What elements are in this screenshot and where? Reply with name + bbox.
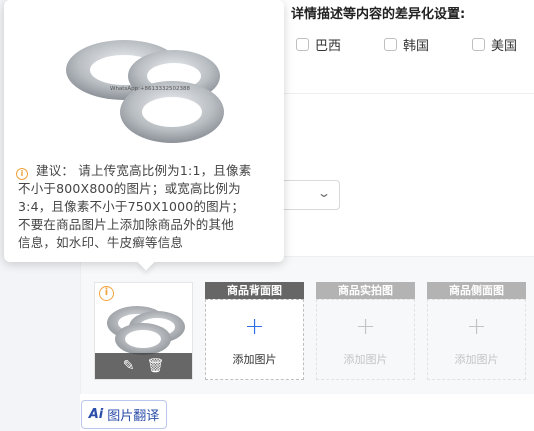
image-slot-side[interactable]: 商品侧面图 + 添加图片 bbox=[427, 282, 526, 380]
plus-icon: + bbox=[466, 312, 487, 340]
uploaded-image-thumbnail[interactable]: i ✎ 🗑 bbox=[94, 282, 193, 380]
add-image-label: 添加图片 bbox=[232, 353, 277, 366]
guideline-line: 建议： 请上传宽高比例为1:1，且像素 bbox=[36, 163, 252, 178]
checkbox-brazil[interactable]: 巴西 bbox=[296, 35, 341, 54]
add-image-label: 添加图片 bbox=[343, 353, 388, 366]
image-guideline-popover: WhatsApp:+8613332502388 i 建议： 请上传宽高比例为1:… bbox=[4, 0, 284, 271]
guideline-line: 信息，如水印、牛皮癣等信息 bbox=[18, 235, 184, 250]
slot-title: 商品侧面图 bbox=[427, 282, 526, 299]
checkbox-box[interactable] bbox=[296, 38, 309, 51]
image-slot-back[interactable]: 商品背面图 + 添加图片 bbox=[205, 282, 304, 380]
checkbox-box[interactable] bbox=[472, 38, 485, 51]
add-image-label: 添加图片 bbox=[454, 353, 499, 366]
checkbox-label: 美国 bbox=[491, 39, 518, 54]
trash-icon[interactable]: 🗑 bbox=[146, 359, 164, 373]
checkbox-usa[interactable]: 美国 bbox=[472, 35, 517, 54]
info-circle-icon[interactable]: i bbox=[99, 286, 114, 301]
guideline-line: 3:4，且像素不小于750X1000的图片； bbox=[18, 199, 245, 214]
slot-title: 商品背面图 bbox=[205, 282, 304, 299]
upload-dropzone[interactable]: + 添加图片 bbox=[316, 299, 415, 380]
guideline-line: 不小于800X800的图片；或宽高比例为 bbox=[18, 181, 241, 196]
thumbnail-toolbar: ✎ 🗑 bbox=[95, 353, 192, 379]
watermark-text: WhatsApp:+8613332502388 bbox=[110, 86, 191, 92]
image-translate-button[interactable]: Ai 图片翻译 bbox=[81, 400, 167, 429]
slot-title: 商品实拍图 bbox=[316, 282, 415, 299]
plus-icon: + bbox=[355, 312, 376, 340]
checkbox-korea[interactable]: 韩国 bbox=[384, 35, 429, 54]
image-slot-real-shot[interactable]: 商品实拍图 + 添加图片 bbox=[316, 282, 415, 380]
section-title: 详情描述等内容的差异化设置: bbox=[291, 7, 466, 22]
upload-dropzone[interactable]: + 添加图片 bbox=[427, 299, 526, 380]
preview-image: WhatsApp:+8613332502388 bbox=[66, 40, 224, 143]
guideline-line: 不要在商品图片上添加除商品外的其他 bbox=[18, 217, 234, 232]
checkbox-label: 巴西 bbox=[315, 39, 342, 54]
plus-icon: + bbox=[244, 312, 265, 340]
upload-guideline-text: 建议： 请上传宽高比例为1:1，且像素 不小于800X800的图片；或宽高比例为… bbox=[18, 162, 280, 252]
button-label: 图片翻译 bbox=[107, 409, 160, 424]
ai-icon: Ai bbox=[88, 407, 104, 422]
checkbox-label: 韩国 bbox=[403, 39, 430, 54]
pencil-icon[interactable]: ✎ bbox=[123, 359, 135, 373]
checkbox-box[interactable] bbox=[384, 38, 397, 51]
upload-dropzone[interactable]: + 添加图片 bbox=[205, 299, 304, 380]
chevron-down-icon: ⌄ bbox=[316, 186, 332, 200]
